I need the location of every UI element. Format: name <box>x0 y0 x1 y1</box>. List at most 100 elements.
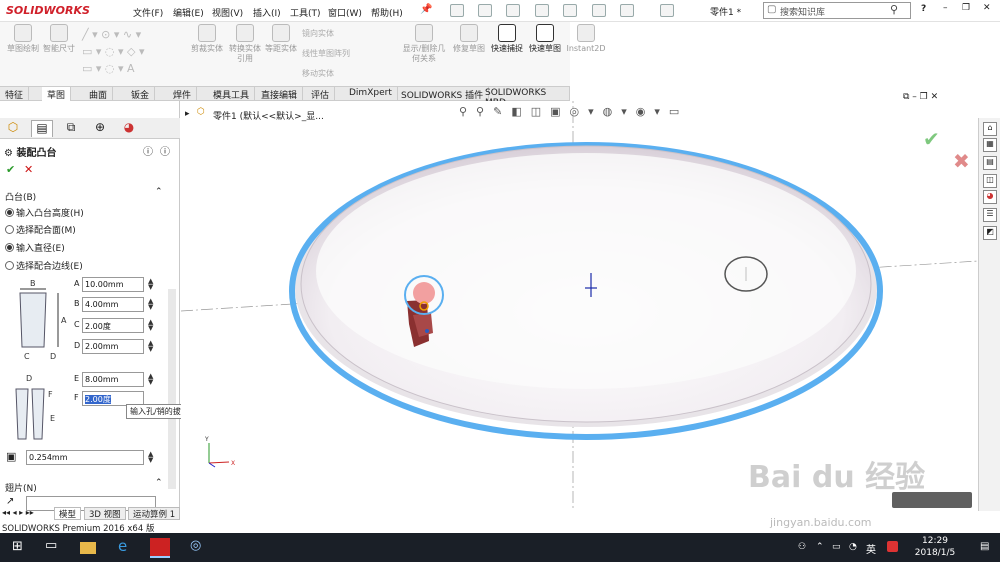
dimxpert-tab-icon[interactable]: ⊕ <box>89 120 111 137</box>
resources-icon[interactable]: ▦ <box>983 138 997 152</box>
sketch-button[interactable]: 草图绘制 <box>4 24 42 54</box>
tab-weldments[interactable]: 焊件 <box>168 87 198 101</box>
rebuild-icon[interactable] <box>620 4 634 17</box>
menu-file[interactable]: 文件(F) <box>133 6 163 19</box>
magnifier-icon[interactable]: ⚲ <box>890 3 898 16</box>
graphics-viewport[interactable]: ▸ ⬡ 零件1 (默认<<默认>_显... ⚲⚲✎◧◫▣◎▾◍▾◉▾▭ ⧉ – … <box>181 92 978 511</box>
dim-e-field[interactable]: 8.00mm <box>82 372 144 387</box>
tab-evaluate[interactable]: 评估 <box>306 87 336 101</box>
app-taskbar-icon[interactable]: ◎ <box>190 538 206 554</box>
tab-3d-views[interactable]: 3D 视图 <box>84 507 126 520</box>
new-doc-icon[interactable] <box>450 4 464 17</box>
tray-network-icon[interactable]: ◔ <box>849 542 857 552</box>
dim-a-field[interactable]: 10.00mm <box>82 277 144 292</box>
ok-button[interactable]: ✔ <box>6 163 15 176</box>
dim-b-field[interactable]: 4.00mm <box>82 297 144 312</box>
appearances-icon[interactable]: ◕ <box>983 190 997 204</box>
direction-arrow-icon[interactable]: ↗ <box>6 496 14 507</box>
collapse-icon[interactable]: ⌃ <box>155 187 163 197</box>
tab-sheet-metal[interactable]: 钣金 <box>126 87 156 101</box>
sketch-entity-tools[interactable]: ╱ ▾ ⊙ ▾ ∿ ▾ ▭ ▾ ◌ ▾ ◇ ▾ ▭ ▾ ◌ ▾ A <box>82 26 182 82</box>
windows-start-icon[interactable]: ⊞ <box>12 539 28 555</box>
options-gear-icon[interactable] <box>660 4 674 17</box>
dim-c-spinner[interactable]: ▲ ▼ <box>148 319 153 332</box>
quick-snaps-button[interactable]: 快速捕捉 <box>488 24 526 54</box>
menu-insert[interactable]: 插入(I) <box>253 6 281 19</box>
dim-b-spinner[interactable]: ▲ ▼ <box>148 298 153 311</box>
collapse-fins-icon[interactable]: ⌃ <box>155 478 163 488</box>
move-entities[interactable]: 移动实体 <box>302 68 334 79</box>
select-icon[interactable] <box>592 4 606 17</box>
cancel-button[interactable]: ✕ <box>24 163 33 176</box>
home-icon[interactable]: ⌂ <box>983 122 997 136</box>
restore-button[interactable]: ❐ <box>962 3 970 13</box>
forum-icon[interactable]: ◩ <box>983 226 997 240</box>
tab-motion-study[interactable]: 运动算例 1 <box>128 507 181 520</box>
notification-icon[interactable]: ▤ <box>980 541 989 552</box>
tray-battery-icon[interactable]: ▭ <box>832 542 841 552</box>
taskbar-clock[interactable]: 12:29 2018/1/5 <box>910 535 960 559</box>
repair-sketch-button[interactable]: 修复草图 <box>450 24 488 54</box>
bottom-nav-arrows[interactable]: ◂◂ ◂ ▸ ▸▸ <box>2 508 34 517</box>
panel-scrollbar[interactable] <box>168 289 176 489</box>
edge-browser-icon[interactable]: e <box>118 537 134 555</box>
property-manager-tab-icon[interactable]: ▤ <box>31 120 53 137</box>
task-view-icon[interactable]: ▭ <box>45 538 61 554</box>
tab-model[interactable]: 模型 <box>54 507 82 520</box>
mirror-entities[interactable]: 镜向实体 <box>302 28 334 39</box>
open-icon[interactable] <box>478 4 492 17</box>
dim-a-spinner[interactable]: ▲ ▼ <box>148 278 153 291</box>
dim-e-spinner[interactable]: ▲ ▼ <box>148 373 153 386</box>
undo-icon[interactable] <box>563 4 577 17</box>
dim-c-field[interactable]: 2.00度 <box>82 318 144 333</box>
tab-solidworks-mbd[interactable]: SOLIDWORKS MBD <box>480 87 570 108</box>
radio-diameter[interactable]: 输入直径(E) <box>5 241 65 254</box>
tab-solidworks-addins[interactable]: SOLIDWORKS 插件 <box>396 87 490 101</box>
display-relations-button[interactable]: 显示/删除几何关系 <box>402 24 446 64</box>
tab-mold-tools[interactable]: 模具工具 <box>208 87 256 101</box>
minimize-button[interactable]: – <box>943 3 948 13</box>
tab-dimxpert[interactable]: DimXpert <box>344 87 398 101</box>
radio-height[interactable]: 输入凸台高度(H) <box>5 206 84 219</box>
pin-icon[interactable]: 📌 <box>420 4 432 15</box>
tab-direct-editing[interactable]: 直接编辑 <box>256 87 304 101</box>
detail-preview-icon[interactable]: ⓘ <box>160 143 170 158</box>
dim-d-spinner[interactable]: ▲ ▼ <box>148 340 153 353</box>
custom-properties-icon[interactable]: ☰ <box>983 208 997 222</box>
solidworks-taskbar-icon[interactable] <box>150 538 170 558</box>
tray-chevron-icon[interactable]: ⌃ <box>816 542 824 552</box>
linear-pattern[interactable]: 线性草图阵列 <box>302 48 350 59</box>
menu-tools[interactable]: 工具(T) <box>290 6 321 19</box>
menu-help[interactable]: 帮助(H) <box>371 6 403 19</box>
tab-surfaces[interactable]: 曲面 <box>84 87 114 101</box>
gap-field[interactable]: 0.254mm <box>26 450 144 465</box>
print-icon[interactable] <box>535 4 549 17</box>
help-question-icon[interactable]: ? <box>921 4 926 14</box>
ime-indicator[interactable]: 英 <box>866 541 876 556</box>
watermark-search-box[interactable] <box>892 492 972 508</box>
offset-entities-button[interactable]: 等距实体 <box>262 24 300 54</box>
configuration-manager-tab-icon[interactable]: ⧉ <box>60 120 82 137</box>
rapid-sketch-button[interactable]: 快速草图 <box>526 24 564 54</box>
save-icon[interactable] <box>506 4 520 17</box>
smart-dimension-button[interactable]: 智能尺寸 <box>40 24 78 54</box>
file-explorer-icon[interactable]: ◫ <box>983 174 997 188</box>
dim-d-field[interactable]: 2.00mm <box>82 339 144 354</box>
convert-entities-button[interactable]: 转换实体引用 <box>226 24 264 64</box>
help-icon[interactable]: ⓘ <box>143 143 153 158</box>
gap-spinner[interactable]: ▲ ▼ <box>148 451 153 464</box>
design-library-icon[interactable]: ▤ <box>983 156 997 170</box>
section-fins[interactable]: 翅片(N) <box>5 481 37 494</box>
tab-sketch[interactable]: 草图 <box>42 87 72 101</box>
tab-features[interactable]: 特征 <box>0 87 30 101</box>
search-input[interactable]: ▢ 搜索知识库 ⚲ <box>763 2 911 19</box>
menu-view[interactable]: 视图(V) <box>212 6 243 19</box>
radio-mate-edge[interactable]: 选择配合边线(E) <box>5 259 83 272</box>
display-manager-tab-icon[interactable]: ◕ <box>118 120 140 137</box>
radio-mate-face[interactable]: 选择配合面(M) <box>5 223 76 236</box>
menu-edit[interactable]: 编辑(E) <box>173 6 204 19</box>
file-explorer-taskbar-icon[interactable] <box>80 542 96 554</box>
tray-app-icon[interactable] <box>887 541 898 552</box>
tray-people-icon[interactable]: ⚇ <box>798 542 806 552</box>
close-button[interactable]: ✕ <box>983 3 991 13</box>
